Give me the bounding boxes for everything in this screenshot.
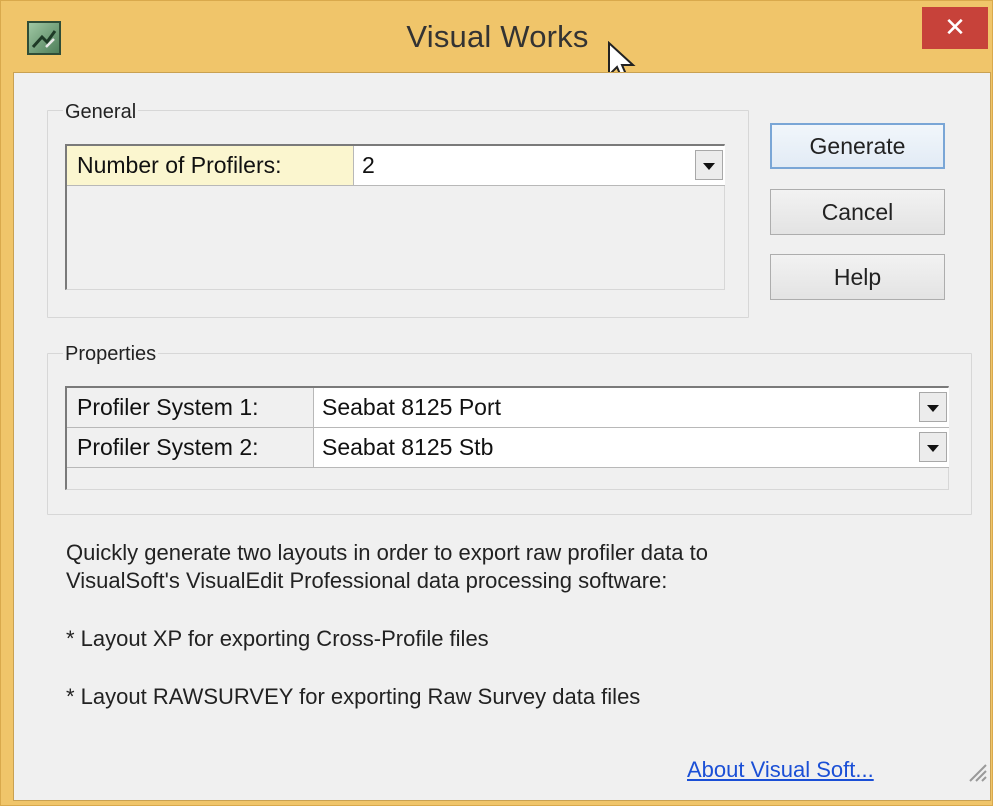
description-line-1: Quickly generate two layouts in order to… bbox=[66, 540, 708, 565]
dialog-body: General Number of Profilers: 2 Generate … bbox=[13, 72, 991, 801]
chevron-down-icon[interactable] bbox=[919, 432, 947, 462]
dialog-window: Visual Works ✕ General Number of Profile… bbox=[0, 0, 993, 806]
description-line-2: VisualSoft's VisualEdit Professional dat… bbox=[66, 568, 668, 593]
profiler-count-value: 2 bbox=[362, 152, 375, 178]
close-icon[interactable]: ✕ bbox=[922, 7, 988, 49]
description-bullet-2: * Layout RAWSURVEY for exporting Raw Sur… bbox=[66, 684, 641, 709]
chevron-down-icon[interactable] bbox=[695, 150, 723, 180]
help-button[interactable]: Help bbox=[770, 254, 945, 300]
generate-button[interactable]: Generate bbox=[770, 123, 945, 169]
profiler-count-label: Number of Profilers: bbox=[67, 146, 354, 186]
about-visual-soft-link[interactable]: About Visual Soft... bbox=[687, 757, 874, 783]
profiler-system-2-value: Seabat 8125 Stb bbox=[322, 434, 494, 460]
title-bar[interactable]: Visual Works ✕ bbox=[1, 1, 993, 83]
profiler-system-2-row[interactable]: Profiler System 2: Seabat 8125 Stb bbox=[67, 428, 949, 468]
resize-grip-icon[interactable] bbox=[966, 761, 988, 783]
general-grid: Number of Profilers: 2 bbox=[65, 144, 725, 290]
properties-group-label: Properties bbox=[63, 343, 159, 366]
profiler-count-select[interactable]: 2 bbox=[354, 146, 725, 186]
profiler-system-1-row[interactable]: Profiler System 1: Seabat 8125 Port bbox=[67, 388, 949, 428]
chevron-down-icon[interactable] bbox=[919, 392, 947, 422]
general-group-label: General bbox=[63, 101, 139, 124]
profiler-count-row[interactable]: Number of Profilers: 2 bbox=[67, 146, 725, 186]
cancel-button[interactable]: Cancel bbox=[770, 189, 945, 235]
profiler-system-2-select[interactable]: Seabat 8125 Stb bbox=[314, 428, 949, 468]
properties-grid: Profiler System 1: Seabat 8125 Port Prof… bbox=[65, 386, 949, 490]
profiler-system-1-label: Profiler System 1: bbox=[67, 388, 314, 428]
profiler-system-2-label: Profiler System 2: bbox=[67, 428, 314, 468]
profiler-system-1-value: Seabat 8125 Port bbox=[322, 394, 502, 420]
description-bullet-1: * Layout XP for exporting Cross-Profile … bbox=[66, 626, 489, 651]
window-title: Visual Works bbox=[406, 19, 589, 54]
profiler-system-1-select[interactable]: Seabat 8125 Port bbox=[314, 388, 949, 428]
